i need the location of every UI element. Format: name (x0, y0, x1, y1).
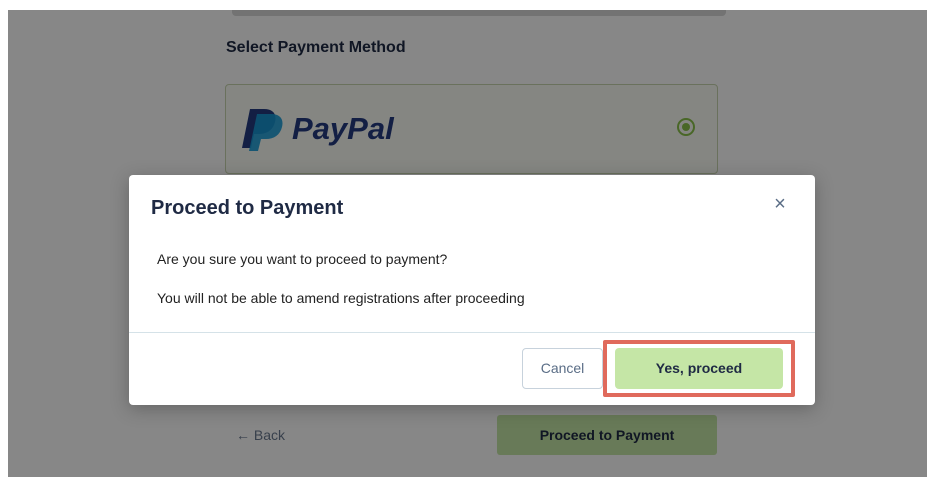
dialog-divider (129, 332, 815, 333)
proceed-payment-dialog: Proceed to Payment × Are you sure you wa… (129, 175, 815, 405)
cancel-button[interactable]: Cancel (522, 348, 603, 389)
dialog-message-confirm: Are you sure you want to proceed to paym… (157, 251, 448, 267)
dialog-title: Proceed to Payment (151, 197, 344, 219)
close-icon[interactable]: × (769, 193, 791, 215)
yes-proceed-button[interactable]: Yes, proceed (615, 348, 783, 389)
dialog-message-warning: You will not be able to amend registrati… (157, 290, 525, 306)
